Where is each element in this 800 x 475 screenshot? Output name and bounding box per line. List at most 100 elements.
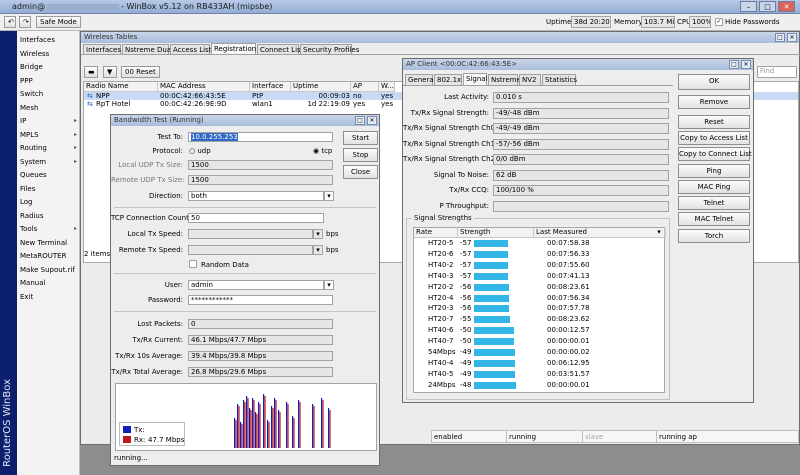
menu-item-ppp[interactable]: PPP	[17, 77, 80, 89]
menu-item-tools[interactable]: Tools ▸	[17, 225, 80, 237]
menu-item-mesh[interactable]: Mesh	[17, 104, 80, 116]
column-header[interactable]: W...	[379, 82, 395, 92]
torch-button[interactable]: Torch	[678, 229, 750, 243]
remote-tx-dropdown-icon[interactable]: ▾	[313, 245, 323, 255]
signal-row[interactable]: HT20-4 -56 00:07:56.34	[414, 294, 664, 304]
remote-tx-input[interactable]	[188, 245, 313, 255]
find-input[interactable]: Find	[757, 66, 797, 78]
menu-item-label: Interfaces	[20, 36, 55, 44]
menu-item-routing[interactable]: Routing ▸	[17, 144, 80, 156]
signal-row[interactable]: 24Mbps -48 00:00:00.01	[414, 381, 664, 391]
signal-row[interactable]: HT20-5 -57 00:07:58.38	[414, 239, 664, 249]
field-value: -49/-48 dBm	[493, 107, 669, 119]
menu-item-bridge[interactable]: Bridge	[17, 63, 80, 75]
bwtest-maximize-icon[interactable]: □	[355, 116, 365, 125]
wireless-maximize-icon[interactable]: □	[775, 33, 785, 42]
signal-row[interactable]: 54Mbps -49 00:00:00.02	[414, 348, 664, 358]
menu-item-switch[interactable]: Switch	[17, 90, 80, 102]
user-dropdown-icon[interactable]: ▾	[324, 280, 334, 290]
direction-select[interactable]: both	[188, 191, 324, 201]
test-to-input[interactable]: 10.0.255.253	[188, 132, 333, 142]
menu-item-new-terminal[interactable]: New Terminal	[17, 239, 80, 251]
direction-dropdown-icon[interactable]: ▾	[324, 191, 334, 201]
signal-row[interactable]: HT20-2 -56 00:08:23.61	[414, 283, 664, 293]
menu-item-log[interactable]: Log	[17, 198, 80, 210]
tx-bar	[292, 416, 294, 448]
signal-column-header[interactable]: Rate	[414, 228, 458, 238]
minimize-button[interactable]: –	[740, 1, 757, 12]
signal-row[interactable]: HT40-2 -57 00:07:55.60	[414, 261, 664, 271]
menu-item-files[interactable]: Files	[17, 185, 80, 197]
menu-item-interfaces[interactable]: Interfaces	[17, 36, 80, 48]
signal-column-header[interactable]: Last Measured	[534, 228, 666, 238]
ping-button[interactable]: Ping	[678, 164, 750, 178]
mac-ping-button[interactable]: MAC Ping	[678, 180, 750, 194]
signal-row[interactable]: HT40-4 -49 00:06:12.95	[414, 359, 664, 369]
menu-item-radius[interactable]: Radius	[17, 212, 80, 224]
column-header[interactable]: Interface	[250, 82, 291, 92]
telnet-button[interactable]: Telnet	[678, 196, 750, 210]
reset-button[interactable]: Reset	[678, 115, 750, 129]
remove-button[interactable]: Remove	[678, 95, 750, 109]
bwtest-close-icon[interactable]: ✕	[367, 116, 377, 125]
undo-icon[interactable]: ↶	[4, 16, 16, 28]
close-button[interactable]: Close	[343, 165, 378, 179]
signal-column-header[interactable]: Strength	[458, 228, 534, 238]
stop-button[interactable]: Stop	[343, 148, 378, 162]
copy-to-access-list-button[interactable]: Copy to Access List	[678, 131, 750, 145]
random-data-checkbox[interactable]	[189, 260, 197, 268]
signal-row[interactable]: HT40-6 -50 00:00:12.57	[414, 326, 664, 336]
menu-item-make-supout-rif[interactable]: Make Supout.rif	[17, 266, 80, 278]
wds-flag: yes	[381, 100, 394, 108]
local-tx-input[interactable]	[188, 229, 313, 239]
menu-item-system[interactable]: System ▸	[17, 158, 80, 170]
menu-item-queues[interactable]: Queues	[17, 171, 80, 183]
remote-udp-input[interactable]: 1500	[188, 175, 333, 185]
column-dropdown-icon[interactable]: ▾	[654, 228, 665, 238]
ok-button[interactable]: OK	[678, 74, 750, 90]
signal-row[interactable]: HT20-7 -55 00:08:23.62	[414, 315, 664, 325]
menu-item-metarouter[interactable]: MetaROUTER	[17, 252, 80, 264]
signal-last-measured: 00:07:58.38	[547, 239, 590, 247]
wireless-close-icon[interactable]: ✕	[787, 33, 797, 42]
signal-strength-bar	[474, 381, 516, 389]
column-header[interactable]: AP	[351, 82, 379, 92]
signal-row[interactable]: HT20-3 -56 00:07:57.78	[414, 304, 664, 314]
safe-mode-button[interactable]: Safe Mode	[36, 16, 81, 28]
signal-row[interactable]: HT20-6 -57 00:07:56.33	[414, 250, 664, 260]
redo-icon[interactable]: ↷	[19, 16, 31, 28]
signal-row[interactable]: HT40-3 -57 00:07:41.13	[414, 272, 664, 282]
start-button[interactable]: Start	[343, 131, 378, 145]
avg10-label: Tx/Rx 10s Average:	[115, 352, 183, 360]
apclient-close-icon[interactable]: ✕	[741, 60, 751, 69]
mac-telnet-button[interactable]: MAC Telnet	[678, 212, 750, 226]
menu-item-wireless[interactable]: Wireless	[17, 50, 80, 62]
menu-item-manual[interactable]: Manual	[17, 279, 80, 291]
signal-row[interactable]: HT40-5 -49 00:03:51.57	[414, 370, 664, 380]
reset-button[interactable]: 00 Reset	[121, 66, 160, 78]
column-header[interactable]: MAC Address	[158, 82, 250, 92]
protocol-udp-radio[interactable]: ○ udp	[189, 147, 211, 155]
column-header[interactable]: Uptime	[291, 82, 351, 92]
tcp-conn-input[interactable]: 50	[188, 213, 324, 223]
status-enabled: enabled	[434, 433, 463, 441]
protocol-tcp-radio[interactable]: ◉ tcp	[313, 147, 332, 155]
apclient-maximize-icon[interactable]: □	[729, 60, 739, 69]
hide-passwords-checkbox[interactable]: ✓	[715, 18, 723, 26]
remove-icon[interactable]: ▬	[84, 66, 98, 78]
user-input[interactable]: admin	[188, 280, 324, 290]
password-input[interactable]: ************	[188, 295, 333, 305]
filter-icon[interactable]: ▼	[103, 66, 117, 78]
column-header[interactable]: Radio Name	[84, 82, 158, 92]
tx-bar	[312, 404, 314, 448]
close-window-button[interactable]: ✕	[778, 1, 795, 12]
menu-item-exit[interactable]: Exit	[17, 293, 80, 305]
local-udp-input[interactable]: 1500	[188, 160, 333, 170]
status-sep-3	[656, 431, 657, 443]
local-tx-dropdown-icon[interactable]: ▾	[313, 229, 323, 239]
menu-item-ip[interactable]: IP ▸	[17, 117, 80, 129]
copy-to-connect-list-button[interactable]: Copy to Connect List	[678, 147, 752, 161]
maximize-button[interactable]: □	[759, 1, 776, 12]
menu-item-mpls[interactable]: MPLS ▸	[17, 131, 80, 143]
signal-row[interactable]: HT40-7 -50 00:00:00.01	[414, 337, 664, 347]
